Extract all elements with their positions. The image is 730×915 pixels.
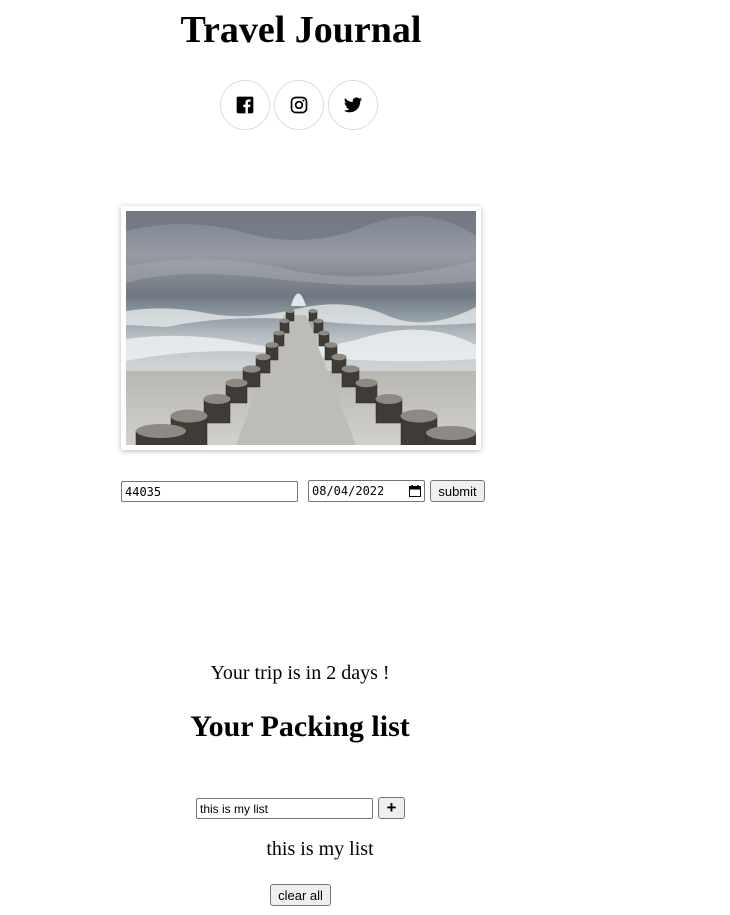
add-item-button[interactable]: +: [378, 797, 405, 819]
date-input[interactable]: 08/04/2022: [308, 480, 425, 502]
social-links: [220, 80, 378, 130]
facebook-button[interactable]: [220, 80, 270, 130]
page-title: Travel Journal: [180, 9, 422, 51]
list-item: this is my list: [266, 838, 374, 860]
instagram-icon: [290, 96, 308, 114]
facebook-icon: [236, 96, 254, 114]
packing-item-input[interactable]: [196, 798, 373, 819]
calendar-icon[interactable]: [409, 485, 421, 497]
zip-input[interactable]: [121, 481, 298, 502]
instagram-button[interactable]: [274, 80, 324, 130]
trip-countdown: Your trip is in 2 days !: [210, 662, 390, 684]
breakwater-image: [126, 211, 476, 445]
twitter-icon: [343, 97, 363, 113]
twitter-button[interactable]: [328, 80, 378, 130]
page: Travel Journal 44035 08/04/2022 submit Y…: [0, 0, 730, 915]
date-value: 08/04/2022: [312, 484, 385, 498]
destination-photo: [121, 206, 481, 450]
clear-all-button[interactable]: clear all: [270, 884, 331, 906]
submit-button[interactable]: submit: [430, 480, 485, 502]
packing-list-title: Your Packing list: [190, 710, 410, 743]
